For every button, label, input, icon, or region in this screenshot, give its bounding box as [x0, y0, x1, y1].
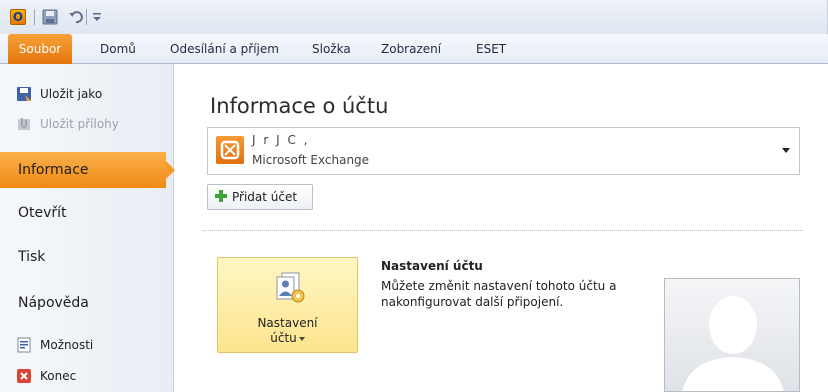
account-settings-button[interactable]: Nastavení účtu: [217, 257, 358, 353]
account-info-pane: Informace o účtu J r J C , Microsoft Exc…: [175, 64, 828, 392]
nav-exit-label: Konec: [40, 369, 77, 383]
add-account-label: Přidat účet: [232, 190, 298, 204]
tab-folder[interactable]: Složka: [312, 34, 351, 64]
nav-tab-print[interactable]: Tisk: [0, 239, 174, 275]
add-account-button[interactable]: Přidat účet: [207, 184, 313, 210]
account-settings-icon: [272, 272, 306, 304]
save-icon[interactable]: [42, 9, 58, 25]
exit-icon: [16, 368, 32, 384]
account-type: Microsoft Exchange: [252, 153, 370, 167]
ribbon-tab-bar: Soubor Domů Odesílání a příjem Složka Zo…: [0, 34, 828, 64]
options-icon: [16, 337, 32, 353]
nav-tab-info[interactable]: Informace: [0, 152, 175, 188]
qat-separator: [34, 9, 35, 25]
tab-eset[interactable]: ESET: [476, 34, 506, 64]
save-as-icon: [16, 86, 32, 102]
exchange-account-icon: [216, 136, 244, 164]
quick-access-toolbar: O: [0, 0, 828, 34]
customize-qat-icon[interactable]: [90, 9, 104, 25]
person-silhouette-icon: [682, 296, 784, 391]
nav-tab-help[interactable]: Nápověda: [0, 285, 174, 321]
nav-save-attachments-label: Uložit přílohy: [40, 117, 119, 131]
tab-send-receive[interactable]: Odesílání a příjem: [170, 34, 279, 64]
outlook-app-icon[interactable]: O: [10, 9, 26, 25]
chevron-down-icon[interactable]: [782, 148, 790, 153]
account-settings-label-line1: Nastavení: [257, 316, 318, 330]
save-attachments-icon: [16, 116, 32, 132]
section-description: Můžete změnit nastavení tohoto účtu a na…: [381, 279, 617, 309]
backstage-nav: Uložit jako Uložit přílohy Informace Ote…: [0, 64, 175, 392]
nav-tab-open[interactable]: Otevřít: [0, 195, 174, 231]
undo-icon[interactable]: [68, 9, 84, 25]
nav-save-as-label: Uložit jako: [40, 87, 103, 101]
tab-file[interactable]: Soubor: [8, 34, 72, 64]
qat-separator: [86, 9, 87, 25]
nav-save-as[interactable]: Uložit jako: [16, 84, 102, 104]
user-photo: [664, 278, 800, 392]
section-heading: Nastavení účtu: [381, 259, 483, 273]
account-selector[interactable]: J r J C , Microsoft Exchange: [207, 127, 800, 175]
section-divider: [203, 230, 803, 231]
add-icon: [214, 189, 228, 206]
account-settings-label-line2: účtu: [270, 331, 297, 345]
account-settings-button-label: Nastavení účtu: [218, 316, 357, 346]
nav-options[interactable]: Možnosti: [16, 335, 93, 355]
nav-save-attachments[interactable]: Uložit přílohy: [16, 114, 119, 134]
tab-view[interactable]: Zobrazení: [381, 34, 441, 64]
nav-exit[interactable]: Konec: [16, 366, 76, 386]
tab-home[interactable]: Domů: [100, 34, 136, 64]
account-name: J r J C ,: [252, 133, 310, 147]
caret-down-icon: [298, 336, 305, 341]
nav-options-label: Možnosti: [40, 338, 94, 352]
page-title: Informace o účtu: [210, 94, 389, 118]
